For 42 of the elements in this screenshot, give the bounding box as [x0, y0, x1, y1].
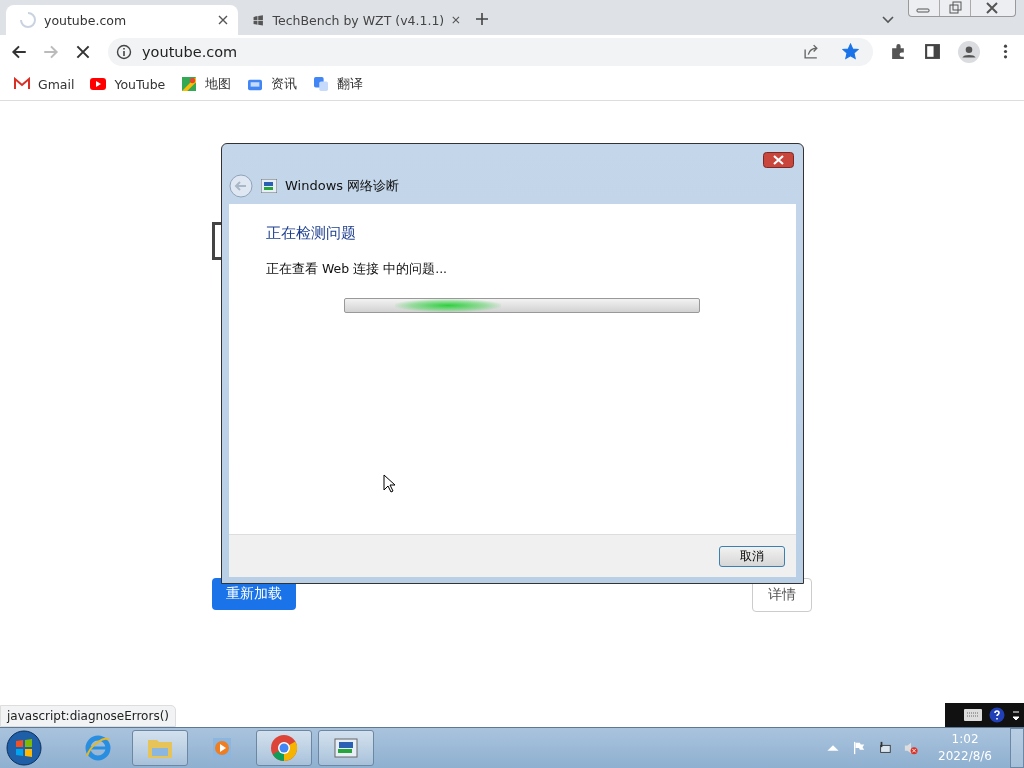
address-bar[interactable]: youtube.com: [108, 37, 873, 66]
new-tab-icon[interactable]: [476, 13, 488, 25]
play-icon: [90, 77, 107, 91]
bookmark-item[interactable]: 地图: [181, 75, 232, 93]
dialog-title: Windows 网络诊断: [285, 177, 400, 195]
side-panel-icon[interactable]: [924, 43, 941, 60]
clock-time: 1:02: [951, 731, 979, 748]
share-icon[interactable]: [803, 43, 820, 60]
dialog-heading: 正在检测问题: [266, 224, 357, 243]
taskbar-app[interactable]: [318, 730, 374, 766]
chrome-icon: [270, 734, 298, 762]
close-tab-icon[interactable]: [452, 15, 460, 25]
browser-tab[interactable]: youtube.com: [6, 5, 238, 35]
extensions-puzzle-icon[interactable]: [890, 43, 907, 60]
start-button-icon[interactable]: [6, 730, 42, 766]
network-diagnostics-icon: [261, 179, 277, 193]
taskbar-app[interactable]: [132, 730, 188, 766]
internet-explorer-icon: [84, 734, 112, 762]
profile-avatar-icon[interactable]: [958, 40, 980, 63]
status-bubble: javascript:diagnoseErrors(): [0, 705, 176, 727]
keyboard-icon[interactable]: [964, 707, 982, 723]
close-tab-icon[interactable]: [218, 15, 228, 25]
network-icon[interactable]: [878, 741, 893, 755]
envelope-icon: [14, 77, 30, 91]
help-icon[interactable]: [988, 707, 1006, 723]
close-dialog-icon[interactable]: [763, 152, 794, 168]
volume-muted-icon[interactable]: [904, 741, 919, 755]
browser-tab[interactable]: TechBench by WZT (v4.1.1): [238, 5, 470, 35]
bookmark-item[interactable]: 翻译: [313, 75, 364, 93]
star-icon[interactable]: [842, 43, 859, 60]
bookmark-item[interactable]: 资讯: [247, 75, 298, 93]
info-icon: [116, 43, 132, 60]
bookmark-item[interactable]: Gmail: [14, 76, 75, 92]
tab-search-icon[interactable]: [882, 16, 894, 24]
cancel-button[interactable]: 取消: [719, 545, 785, 567]
clock-date: 2022/8/6: [938, 748, 992, 765]
taskbar-app[interactable]: [256, 730, 312, 766]
news-icon: [247, 77, 264, 91]
translate-icon: [313, 77, 330, 91]
mouse-pointer-icon: [383, 474, 395, 493]
bookmark-item[interactable]: YouTube: [90, 76, 166, 92]
status-message: 正在查看 Web 连接 中的问题...: [266, 261, 449, 278]
